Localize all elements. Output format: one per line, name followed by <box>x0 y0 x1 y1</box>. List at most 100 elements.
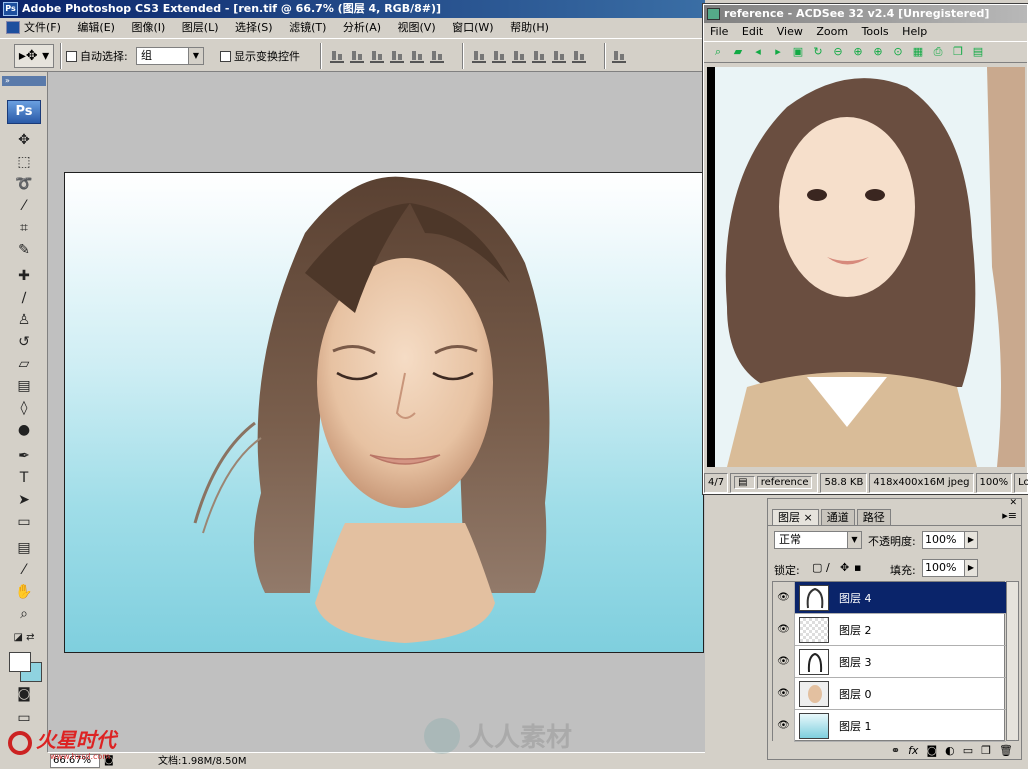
blur-tool-icon[interactable]: ◊ <box>12 398 36 418</box>
zoom-in-icon[interactable]: ⊕ <box>850 44 866 60</box>
adjustment-layer-icon[interactable]: ◐ <box>945 744 955 757</box>
align-right-icon[interactable] <box>430 49 444 63</box>
rectangle-tool-icon[interactable]: ▭ <box>12 512 36 532</box>
distribute-right-icon[interactable] <box>572 49 586 63</box>
lock-position-icon[interactable]: ✥ <box>840 561 849 574</box>
distribute-hcenter-icon[interactable] <box>552 49 566 63</box>
copy-icon[interactable]: ❐ <box>950 44 966 60</box>
menu-analysis[interactable]: 分析(A) <box>343 18 381 38</box>
open-folder-icon[interactable]: ▰ <box>730 44 746 60</box>
marquee-tool-icon[interactable]: ⬚ <box>12 152 36 172</box>
type-tool-icon[interactable]: T <box>12 468 36 488</box>
align-hcenter-icon[interactable] <box>410 49 424 63</box>
opacity-slider-button[interactable]: ▶ <box>964 531 978 549</box>
align-vcenter-icon[interactable] <box>350 49 364 63</box>
hand-tool-icon[interactable]: ✋ <box>12 582 36 602</box>
align-bottom-icon[interactable] <box>370 49 384 63</box>
distribute-left-icon[interactable] <box>532 49 546 63</box>
tab-channels[interactable]: 通道 <box>820 509 855 525</box>
reference-image-view[interactable] <box>707 67 1025 467</box>
menu-select[interactable]: 选择(S) <box>235 18 273 38</box>
tab-paths[interactable]: 路径 <box>856 509 891 525</box>
magic-wand-tool-icon[interactable]: ⁄ <box>12 196 36 216</box>
zoom-out-icon[interactable]: ⊖ <box>830 44 846 60</box>
menu-view[interactable]: 视图(V) <box>398 18 436 38</box>
acd-menu-edit[interactable]: Edit <box>742 25 763 38</box>
tab-layers[interactable]: 图层 × <box>772 509 819 525</box>
lock-all-icon[interactable]: ▪ <box>854 561 861 574</box>
layers-scrollbar[interactable] <box>1006 581 1019 741</box>
gradient-tool-icon[interactable]: ▤ <box>12 376 36 396</box>
next-image-icon[interactable]: ▸ <box>770 44 786 60</box>
distribute-top-icon[interactable] <box>472 49 486 63</box>
fill-slider-button[interactable]: ▶ <box>964 559 978 577</box>
auto-select-dropdown[interactable]: 组 ▼ <box>136 47 204 65</box>
document-canvas[interactable] <box>64 172 704 653</box>
eyedropper-tool-icon[interactable]: ⁄ <box>12 560 36 580</box>
print-icon[interactable]: ⎙ <box>930 44 946 60</box>
slice-tool-icon[interactable]: ✎ <box>12 240 36 260</box>
brush-tool-icon[interactable]: ∕ <box>12 288 36 308</box>
acd-menu-view[interactable]: View <box>777 25 803 38</box>
close-icon[interactable]: ✕ <box>1009 498 1017 508</box>
healing-brush-tool-icon[interactable]: ✚ <box>12 266 36 286</box>
visibility-eye-icon[interactable]: 👁 <box>773 645 795 678</box>
blend-mode-dropdown[interactable]: 正常 ▼ <box>774 531 862 549</box>
acd-menu-file[interactable]: File <box>710 25 728 38</box>
lock-transparent-icon[interactable]: ▢ <box>812 561 822 574</box>
properties-icon[interactable]: ▤ <box>970 44 986 60</box>
visibility-eye-icon[interactable]: 👁 <box>773 581 795 614</box>
menu-help[interactable]: 帮助(H) <box>510 18 549 38</box>
menu-window[interactable]: 窗口(W) <box>452 18 493 38</box>
auto-select-checkbox[interactable] <box>66 50 77 62</box>
visibility-eye-icon[interactable]: 👁 <box>773 677 795 710</box>
new-layer-icon[interactable]: ❐ <box>981 744 991 757</box>
layer-mask-icon[interactable]: ◙ <box>926 744 937 757</box>
document-menu-icon[interactable] <box>6 21 20 34</box>
foreground-color-swatch[interactable] <box>9 652 31 672</box>
zoom-tool-icon[interactable]: ⌕ <box>12 604 36 624</box>
opacity-field[interactable]: 100% <box>922 531 966 549</box>
fullscreen-icon[interactable]: ▦ <box>910 44 926 60</box>
lock-image-icon[interactable]: ∕ <box>826 561 830 574</box>
layer-row[interactable]: 👁 图层 3 <box>773 645 1006 678</box>
tool-preset-picker[interactable]: ▸✥ ▾ <box>14 44 54 68</box>
move-tool-icon[interactable]: ✥ <box>12 130 36 150</box>
menu-file[interactable]: 文件(F) <box>24 18 61 38</box>
rotate-icon[interactable]: ↻ <box>810 44 826 60</box>
history-brush-tool-icon[interactable]: ↺ <box>12 332 36 352</box>
distribute-vcenter-icon[interactable] <box>492 49 506 63</box>
fill-field[interactable]: 100% <box>922 559 966 577</box>
distribute-bottom-icon[interactable] <box>512 49 526 63</box>
new-group-icon[interactable]: ▭ <box>963 744 973 757</box>
previous-image-icon[interactable]: ◂ <box>750 44 766 60</box>
layer-style-icon[interactable]: fx <box>908 744 918 757</box>
toolbox-grip[interactable]: » <box>2 76 46 86</box>
swap-colors-icon[interactable]: ◪ ⇄ <box>12 628 36 648</box>
acd-menu-tools[interactable]: Tools <box>862 25 889 38</box>
acd-menu-zoom[interactable]: Zoom <box>816 25 848 38</box>
lasso-tool-icon[interactable]: ➰ <box>12 174 36 194</box>
layer-row[interactable]: 👁 图层 0 <box>773 677 1006 710</box>
auto-align-layers-icon[interactable] <box>612 49 626 63</box>
dodge-tool-icon[interactable]: ● <box>12 420 36 440</box>
zoom-actual-icon[interactable]: ⊙ <box>890 44 906 60</box>
zoom-fit-icon[interactable]: ⊕ <box>870 44 886 60</box>
notes-tool-icon[interactable]: ▤ <box>12 538 36 558</box>
menu-filter[interactable]: 滤镜(T) <box>289 18 326 38</box>
layer-row[interactable]: 👁 图层 4 <box>773 581 1006 614</box>
clone-stamp-tool-icon[interactable]: ♙ <box>12 310 36 330</box>
menu-edit[interactable]: 编辑(E) <box>77 18 115 38</box>
path-selection-tool-icon[interactable]: ➤ <box>12 490 36 510</box>
browse-icon[interactable]: ⌕ <box>710 44 726 60</box>
slideshow-icon[interactable]: ▣ <box>790 44 806 60</box>
link-layers-icon[interactable]: ⚭ <box>891 744 900 757</box>
align-left-icon[interactable] <box>390 49 404 63</box>
layer-row[interactable]: 👁 图层 2 <box>773 613 1006 646</box>
panel-menu-icon[interactable]: ▸≡ <box>1002 509 1021 525</box>
align-top-icon[interactable] <box>330 49 344 63</box>
eraser-tool-icon[interactable]: ▱ <box>12 354 36 374</box>
delete-layer-icon[interactable]: 🗑 <box>999 744 1013 757</box>
acd-menu-help[interactable]: Help <box>902 25 927 38</box>
crop-tool-icon[interactable]: ⌗ <box>12 218 36 238</box>
